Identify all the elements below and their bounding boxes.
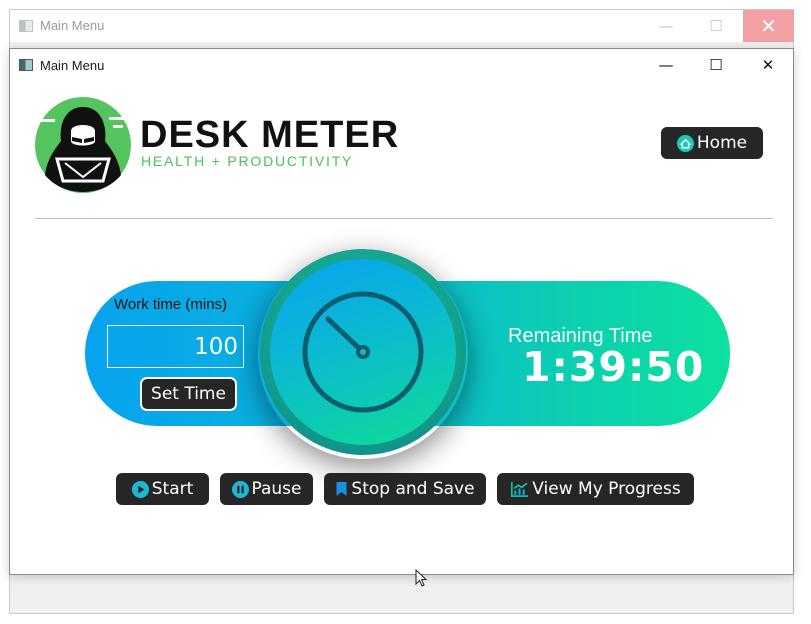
home-icon [676,134,694,152]
view-progress-button[interactable]: View My Progress [497,473,694,505]
maximize-button[interactable]: ☐ [693,49,739,81]
main-window: Main Menu — ☐ ✕ DESK METER HEALTH + PROD… [9,48,794,587]
app-icon [19,59,33,71]
window-title: Main Menu [40,58,105,73]
stop-and-save-button-label: Stop and Save [351,479,475,499]
set-time-button[interactable]: Set Time [140,377,237,411]
pause-button-label: Pause [251,479,302,499]
start-button[interactable]: Start [116,473,209,505]
desk-meter-logo [35,97,131,193]
pause-icon [231,480,249,498]
pause-button[interactable]: Pause [220,473,313,505]
brand-name: DESK METER [140,114,400,156]
minimize-button[interactable]: — [643,49,689,81]
work-time-input[interactable] [107,325,244,368]
maximize-button[interactable]: ☐ [693,10,739,42]
home-button[interactable]: Home [661,127,763,159]
stop-and-save-button[interactable]: Stop and Save [324,473,486,505]
window-titlebar[interactable]: Main Menu — ☐ ✕ [10,49,793,81]
close-button[interactable]: ✕ [743,49,793,81]
work-time-label: Work time (mins) [114,296,228,313]
app-icon [19,20,33,32]
home-button-label: Home [696,133,748,153]
bookmark-icon [335,481,348,497]
background-window-titlebar[interactable]: Main Menu — ☐ ✕ [10,10,794,42]
header-divider [35,218,773,219]
play-icon [131,480,149,498]
minimize-button[interactable]: — [643,10,689,42]
view-progress-button-label: View My Progress [532,479,681,499]
mouse-cursor-icon [415,569,427,587]
brand-tagline: HEALTH + PRODUCTIVITY [141,153,354,169]
chart-icon [510,481,529,498]
background-window-title: Main Menu [40,18,105,33]
clock-dial-icon [302,291,424,413]
remaining-time-value: 1:39:50 [522,343,705,391]
start-button-label: Start [151,479,194,499]
close-button[interactable]: ✕ [743,10,794,42]
